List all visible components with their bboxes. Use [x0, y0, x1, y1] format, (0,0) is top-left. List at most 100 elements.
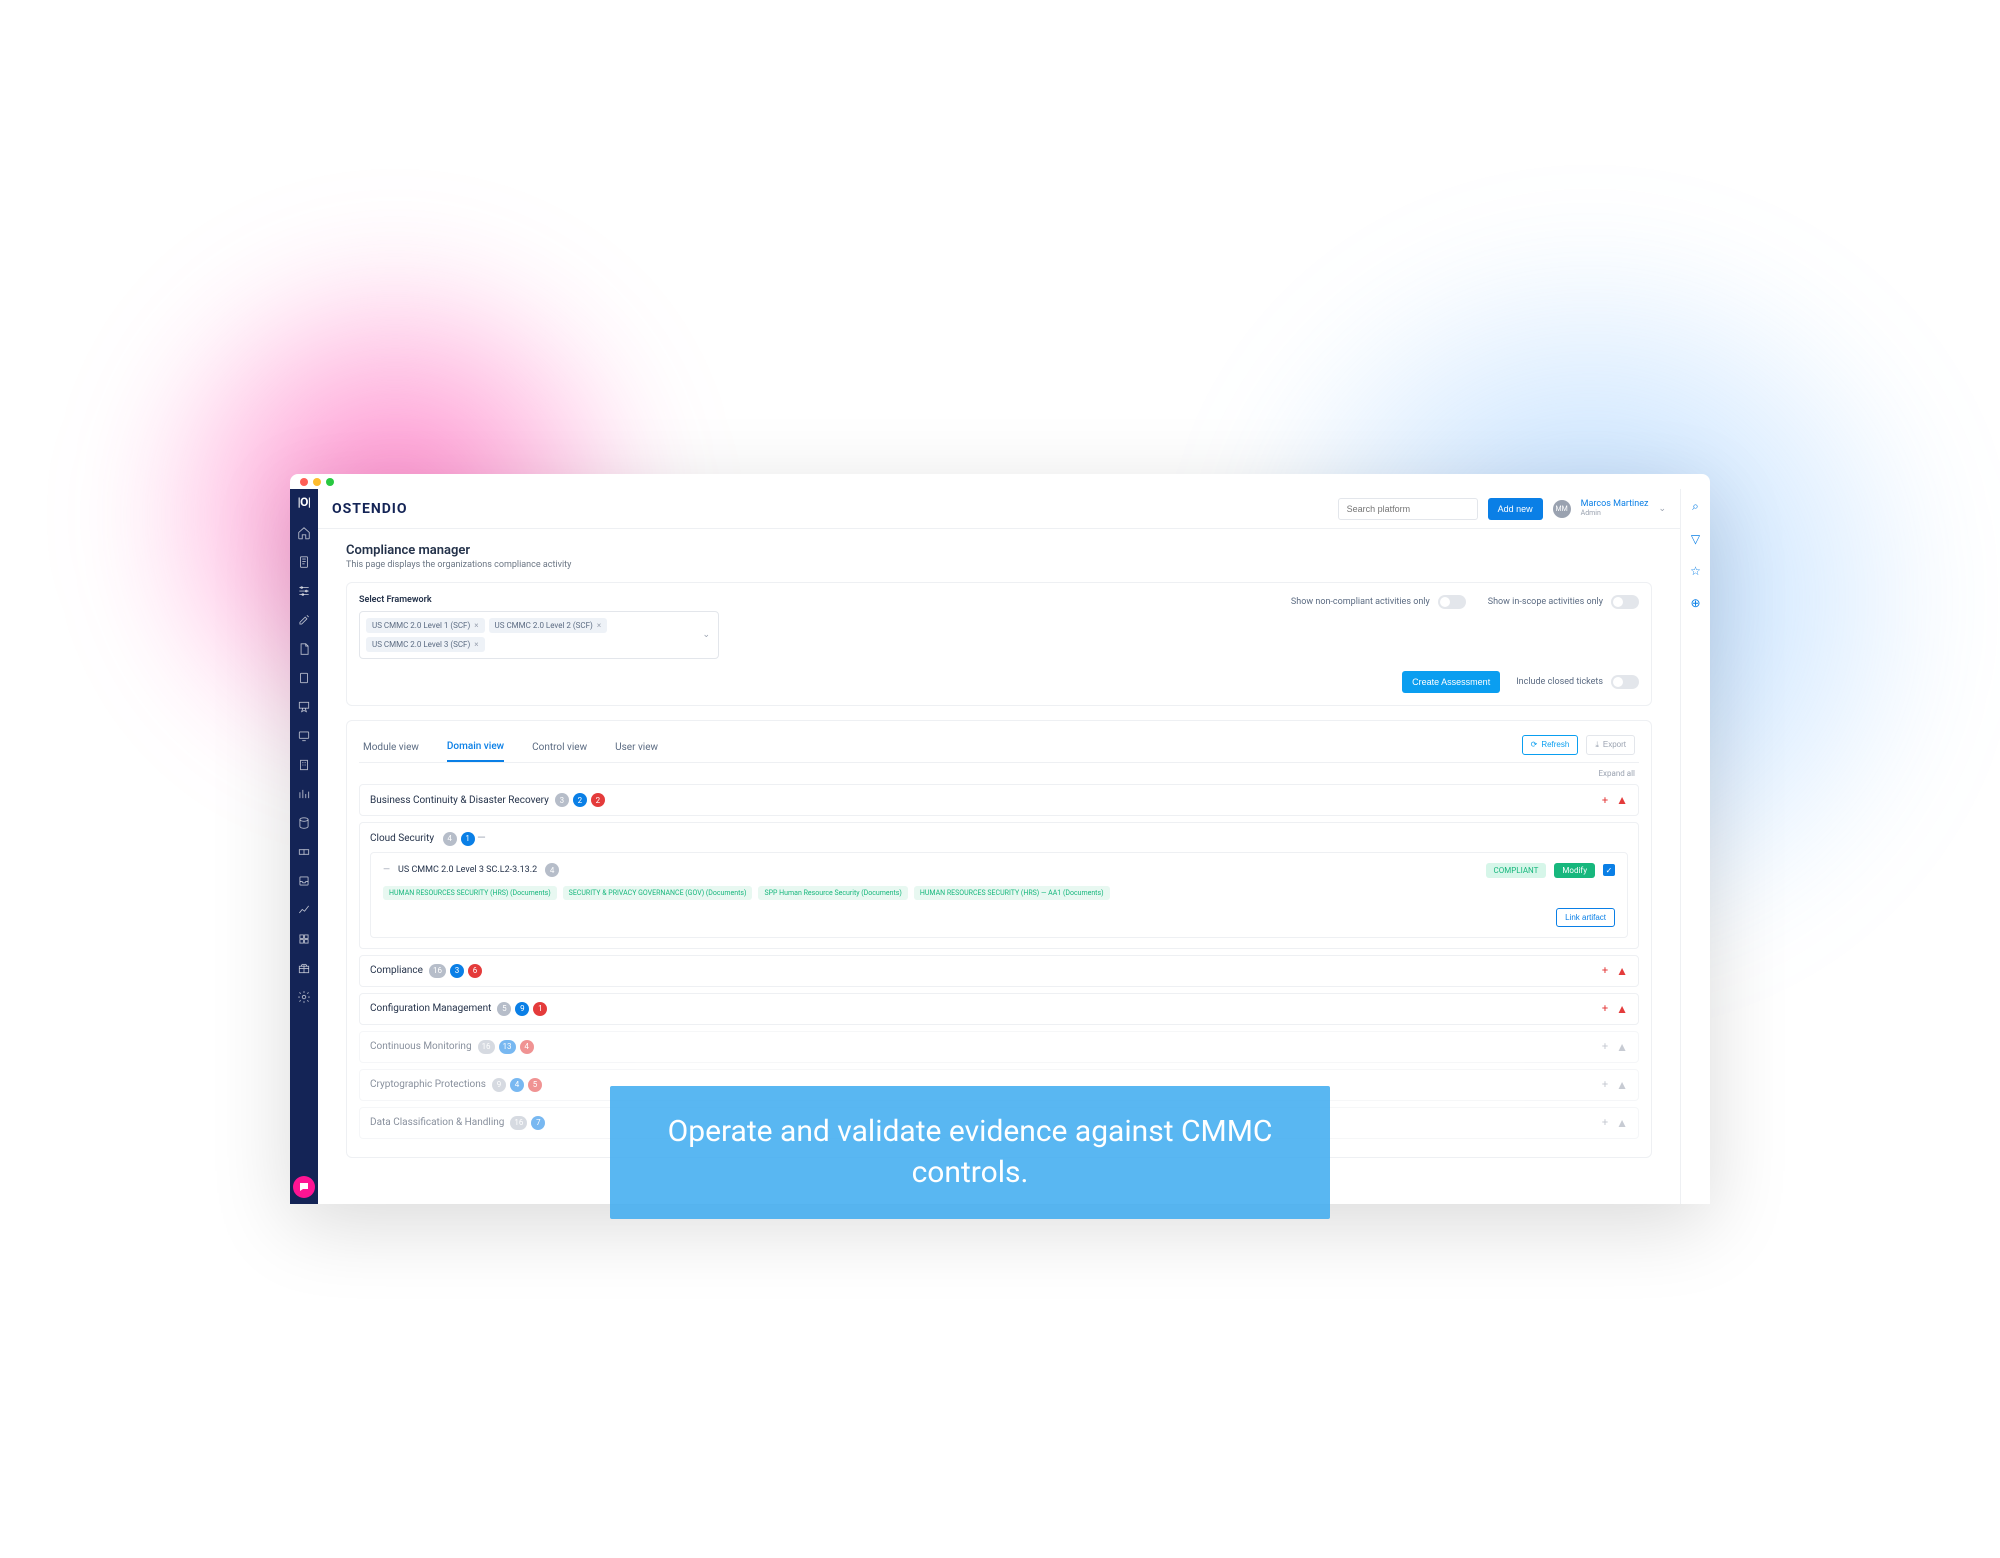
create-assessment-button[interactable]: Create Assessment	[1402, 671, 1500, 693]
status-badge: COMPLIANT	[1486, 863, 1547, 878]
util-add-icon[interactable]: ⊕	[1690, 596, 1700, 610]
user-role: Admin	[1581, 510, 1649, 518]
nav-trend-icon[interactable]	[297, 902, 312, 917]
tab-user-view[interactable]: User view	[615, 734, 658, 761]
domain-row[interactable]: Configuration Management 591 + ▲	[359, 993, 1639, 1025]
toggle-inscope[interactable]: Show in-scope activities only	[1488, 595, 1639, 609]
tab-module-view[interactable]: Module view	[363, 734, 419, 761]
toggle-closed-tickets[interactable]: Include closed tickets	[1516, 675, 1639, 689]
nav-page-icon[interactable]	[297, 670, 312, 685]
tab-domain-view[interactable]: Domain view	[447, 733, 504, 762]
count-badge: 1	[533, 1002, 547, 1016]
nav-inbox-icon[interactable]	[297, 873, 312, 888]
marketing-overlay: Operate and validate evidence against CM…	[610, 1086, 1330, 1219]
user-block[interactable]: Marcos Martinez Admin	[1581, 500, 1649, 518]
modify-button[interactable]: Modify	[1554, 863, 1595, 878]
add-new-button[interactable]: Add new	[1488, 498, 1543, 520]
nav-building-icon[interactable]	[297, 757, 312, 772]
nav-home-icon[interactable]	[297, 525, 312, 540]
alert-icon: ▲	[1616, 1078, 1628, 1092]
expand-icon[interactable]: +	[1602, 794, 1608, 807]
expand-icon[interactable]: +	[1602, 1040, 1608, 1053]
count-badge: 5	[497, 1002, 511, 1016]
page-title: Compliance manager	[346, 543, 1652, 558]
window-close-icon[interactable]	[300, 478, 308, 486]
toggle-switch[interactable]	[1611, 675, 1639, 689]
nav-database-icon[interactable]	[297, 815, 312, 830]
search-input[interactable]	[1338, 498, 1478, 520]
domain-row[interactable]: Compliance 1636 + ▲	[359, 955, 1639, 987]
utility-rail: ⌕ ▽ ☆ ⊕	[1680, 489, 1710, 1204]
domain-name: Data Classification & Handling	[370, 1117, 504, 1128]
count-badge: 16	[429, 964, 446, 978]
collapse-icon[interactable]: —	[477, 831, 486, 844]
domain-row[interactable]: Cloud Security 41 — — US CMMC 2.0 Level …	[359, 822, 1639, 949]
nav-tools-icon[interactable]	[297, 612, 312, 627]
toggle-noncompliant[interactable]: Show non-compliant activities only	[1291, 595, 1466, 609]
count-badge: 4	[510, 1078, 524, 1092]
toggle-switch[interactable]	[1438, 595, 1466, 609]
nav-gear-icon[interactable]	[297, 989, 312, 1004]
framework-chip[interactable]: US CMMC 2.0 Level 3 (SCF)×	[366, 637, 485, 652]
framework-chip[interactable]: US CMMC 2.0 Level 2 (SCF)×	[489, 618, 608, 633]
framework-select[interactable]: US CMMC 2.0 Level 1 (SCF)× US CMMC 2.0 L…	[359, 611, 719, 659]
select-framework-label: Select Framework	[359, 595, 719, 605]
nav-chart-icon[interactable]	[297, 786, 312, 801]
expand-all-link[interactable]: Expand all	[359, 763, 1639, 784]
close-icon: ×	[597, 621, 601, 630]
domain-name: Continuous Monitoring	[370, 1041, 472, 1052]
domain-name: Business Continuity & Disaster Recovery	[370, 795, 549, 806]
nav-screen-icon[interactable]	[297, 728, 312, 743]
expand-icon[interactable]: +	[1602, 1116, 1608, 1129]
collapse-icon[interactable]: —	[383, 865, 390, 875]
tab-control-view[interactable]: Control view	[532, 734, 587, 761]
alert-icon: ▲	[1616, 793, 1628, 807]
nav-certificate-icon[interactable]	[297, 699, 312, 714]
count-badge: 7	[531, 1116, 545, 1130]
artifact-tag[interactable]: SECURITY & PRIVACY GOVERNANCE (GOV) (Doc…	[563, 886, 753, 900]
count-badge: 3	[450, 964, 464, 978]
count-badge: 16	[478, 1040, 495, 1054]
count-badge: 4	[520, 1040, 534, 1054]
count-badge: 4	[443, 832, 457, 846]
logo-icon[interactable]: |O|	[298, 495, 311, 509]
artifact-tag[interactable]: HUMAN RESOURCES SECURITY (HRS) — AA1 (Do…	[914, 886, 1110, 900]
count-badge: 2	[591, 793, 605, 807]
expand-icon[interactable]: +	[1602, 964, 1608, 977]
nav-document-icon[interactable]	[297, 641, 312, 656]
nav-grid-icon[interactable]	[297, 931, 312, 946]
util-filter-icon[interactable]: ▽	[1691, 532, 1700, 546]
domain-row[interactable]: Continuous Monitoring 16134 + ▲	[359, 1031, 1639, 1063]
alert-icon: ▲	[1616, 1002, 1628, 1016]
chevron-down-icon: ⌄	[702, 630, 710, 640]
toggle-switch[interactable]	[1611, 595, 1639, 609]
refresh-button[interactable]: ⟳ Refresh	[1522, 735, 1579, 755]
nav-clipboard-icon[interactable]	[297, 554, 312, 569]
link-artifact-button[interactable]: Link artifact	[1556, 908, 1615, 927]
expand-icon[interactable]: +	[1602, 1078, 1608, 1091]
framework-chip[interactable]: US CMMC 2.0 Level 1 (SCF)×	[366, 618, 485, 633]
artifact-tag[interactable]: HUMAN RESOURCES SECURITY (HRS) (Document…	[383, 886, 557, 900]
avatar[interactable]: MM	[1553, 500, 1571, 518]
checkbox[interactable]: ✓	[1603, 864, 1615, 876]
nav-ticket-icon[interactable]	[297, 844, 312, 859]
tabs-row: Module view Domain view Control view Use…	[359, 733, 1639, 763]
util-star-icon[interactable]: ☆	[1690, 564, 1701, 578]
count-badge: 1	[461, 832, 475, 846]
nav-gift-icon[interactable]	[297, 960, 312, 975]
expand-icon[interactable]: +	[1602, 1002, 1608, 1015]
chevron-down-icon[interactable]: ⌄	[1658, 504, 1666, 514]
count-badge: 9	[515, 1002, 529, 1016]
count-badge: 4	[545, 863, 559, 877]
alert-icon: ▲	[1616, 1040, 1628, 1054]
chat-icon[interactable]	[293, 1176, 315, 1198]
artifact-tag[interactable]: SPP Human Resource Security (Documents)	[758, 886, 907, 900]
export-button[interactable]: ⤓ Export	[1586, 735, 1635, 755]
window-zoom-icon[interactable]	[326, 478, 334, 486]
domain-row[interactable]: Business Continuity & Disaster Recovery …	[359, 784, 1639, 816]
control-title: US CMMC 2.0 Level 3 SC.L2-3.13.2	[398, 865, 537, 875]
alert-icon: ▲	[1616, 1116, 1628, 1130]
util-search-icon[interactable]: ⌕	[1692, 499, 1699, 514]
nav-sliders-icon[interactable]	[297, 583, 312, 598]
window-minimize-icon[interactable]	[313, 478, 321, 486]
